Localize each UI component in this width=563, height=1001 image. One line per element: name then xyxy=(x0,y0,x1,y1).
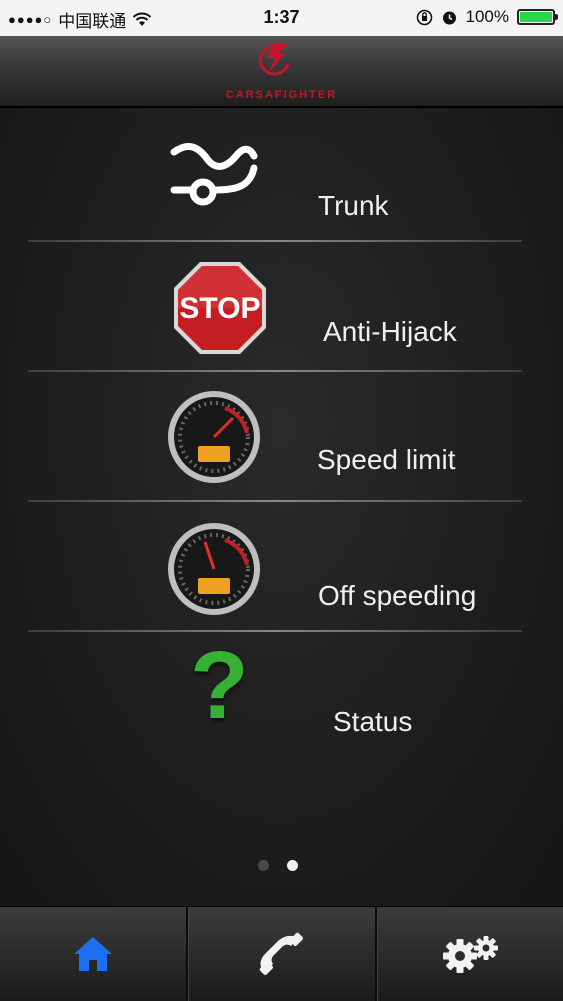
menu-label-status: Status xyxy=(333,706,413,737)
home-icon xyxy=(74,937,113,971)
stop-sign-text: STOP xyxy=(179,292,260,325)
page-dot-2[interactable] xyxy=(287,860,298,871)
menu-item-off-speeding[interactable]: Off speeding xyxy=(0,508,563,638)
app-header: CARSAFIGHTER xyxy=(0,36,563,108)
page-indicator[interactable] xyxy=(258,860,298,871)
menu-label-speed-limit: Speed limit xyxy=(317,444,456,475)
brand-logo-icon xyxy=(259,44,290,76)
tab-phone[interactable] xyxy=(186,907,374,1001)
battery-percent: 100% xyxy=(465,7,509,26)
menu-divider xyxy=(28,630,522,632)
tab-bar xyxy=(0,906,563,1001)
trunk-icon xyxy=(170,142,258,206)
phone-icon xyxy=(260,932,304,975)
orientation-lock-icon xyxy=(416,9,432,25)
battery-icon xyxy=(517,9,558,25)
menu-divider xyxy=(28,370,522,372)
settings-gears-icon xyxy=(442,936,498,973)
menu-item-speed-limit[interactable]: Speed limit xyxy=(0,378,563,508)
menu-divider xyxy=(28,240,522,242)
menu-item-anti-hijack[interactable]: STOP Anti-Hijack xyxy=(0,248,563,378)
battery-fill xyxy=(520,12,552,22)
menu-label-off-speeding: Off speeding xyxy=(318,580,477,611)
question-mark-icon: ? xyxy=(190,632,249,739)
alarm-icon xyxy=(442,11,456,24)
status-right: 100% xyxy=(416,7,558,27)
main-menu: Trunk STOP Anti-Hijack Speed limit Off s… xyxy=(0,108,563,906)
menu-divider xyxy=(28,500,522,502)
speedometer-icon xyxy=(168,523,260,615)
speedometer-icon xyxy=(168,391,260,483)
brand-name: CARSAFIGHTER xyxy=(225,89,338,101)
menu-label-trunk: Trunk xyxy=(318,190,389,221)
menu-item-status[interactable]: ? Status xyxy=(0,638,563,768)
menu-label-anti-hijack: Anti-Hijack xyxy=(323,316,457,347)
stop-sign-icon: STOP xyxy=(174,262,266,354)
page-dot-1[interactable] xyxy=(258,860,269,871)
menu-item-trunk[interactable]: Trunk xyxy=(0,118,563,248)
tab-home[interactable] xyxy=(0,907,186,1001)
tab-settings[interactable] xyxy=(374,907,563,1001)
status-bar: ●●●●○ 中国联通 1:37 100% xyxy=(0,0,563,36)
